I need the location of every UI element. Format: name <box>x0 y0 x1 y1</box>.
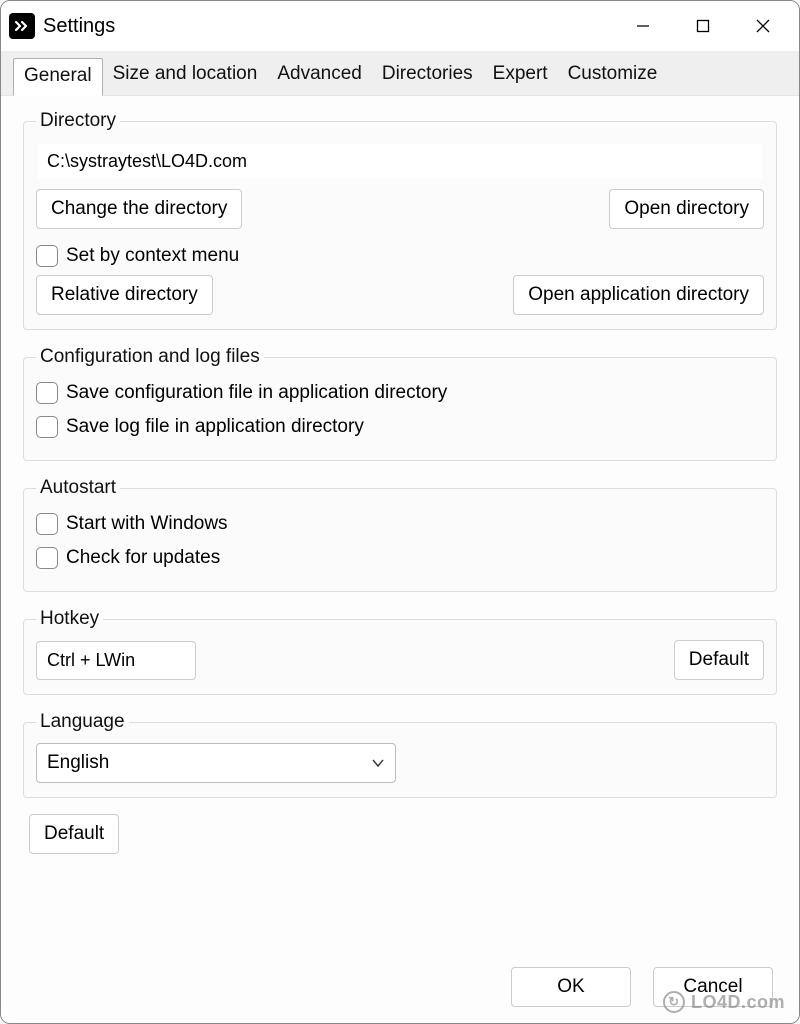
change-directory-button[interactable]: Change the directory <box>36 189 242 229</box>
group-hotkey: Hotkey Default <box>23 608 777 695</box>
save-log-label: Save log file in application directory <box>66 416 364 438</box>
start-with-windows-input[interactable] <box>36 513 58 535</box>
tab-advanced[interactable]: Advanced <box>267 57 372 95</box>
set-by-context-menu-checkbox[interactable]: Set by context menu <box>36 241 764 271</box>
group-directory-legend: Directory <box>36 110 120 132</box>
set-by-context-menu-input[interactable] <box>36 245 58 267</box>
window-title: Settings <box>43 15 115 38</box>
set-by-context-menu-label: Set by context menu <box>66 245 239 267</box>
minimize-button[interactable] <box>613 3 673 49</box>
group-language-legend: Language <box>36 711 129 733</box>
language-value: English <box>47 752 109 773</box>
save-config-checkbox[interactable]: Save configuration file in application d… <box>36 378 764 408</box>
start-with-windows-label: Start with Windows <box>66 513 228 535</box>
tab-general[interactable]: General <box>13 58 103 96</box>
tab-directories[interactable]: Directories <box>372 57 483 95</box>
save-config-input[interactable] <box>36 382 58 404</box>
group-language: Language English <box>23 711 777 798</box>
cancel-button[interactable]: Cancel <box>653 967 773 1007</box>
default-all-button[interactable]: Default <box>29 814 119 854</box>
dialog-footer: OK Cancel <box>1 957 799 1023</box>
group-autostart-legend: Autostart <box>36 477 120 499</box>
check-updates-label: Check for updates <box>66 547 220 569</box>
close-button[interactable] <box>733 3 793 49</box>
tab-customize[interactable]: Customize <box>558 57 668 95</box>
tabbar: General Size and location Advanced Direc… <box>1 51 799 96</box>
group-autostart: Autostart Start with Windows Check for u… <box>23 477 777 592</box>
open-app-directory-button[interactable]: Open application directory <box>513 275 764 315</box>
check-updates-input[interactable] <box>36 547 58 569</box>
group-hotkey-legend: Hotkey <box>36 608 103 630</box>
save-log-checkbox[interactable]: Save log file in application directory <box>36 412 764 442</box>
check-updates-checkbox[interactable]: Check for updates <box>36 543 764 573</box>
tab-size-location[interactable]: Size and location <box>103 57 268 95</box>
ok-button[interactable]: OK <box>511 967 631 1007</box>
group-config: Configuration and log files Save configu… <box>23 346 777 461</box>
hotkey-default-button[interactable]: Default <box>674 640 764 680</box>
directory-path-input[interactable]: C:\systraytest\LO4D.com <box>38 144 762 179</box>
maximize-button[interactable] <box>673 3 733 49</box>
app-icon <box>9 13 35 39</box>
chevron-down-icon <box>371 752 385 774</box>
titlebar: Settings <box>1 1 799 51</box>
language-select[interactable]: English <box>36 743 396 783</box>
hotkey-input[interactable] <box>36 641 196 680</box>
tab-expert[interactable]: Expert <box>483 57 558 95</box>
group-directory: Directory C:\systraytest\LO4D.com Change… <box>23 110 777 330</box>
relative-directory-button[interactable]: Relative directory <box>36 275 213 315</box>
save-log-input[interactable] <box>36 416 58 438</box>
content-area: Directory C:\systraytest\LO4D.com Change… <box>1 96 799 957</box>
start-with-windows-checkbox[interactable]: Start with Windows <box>36 509 764 539</box>
group-config-legend: Configuration and log files <box>36 346 264 368</box>
save-config-label: Save configuration file in application d… <box>66 382 447 404</box>
open-directory-button[interactable]: Open directory <box>609 189 764 229</box>
